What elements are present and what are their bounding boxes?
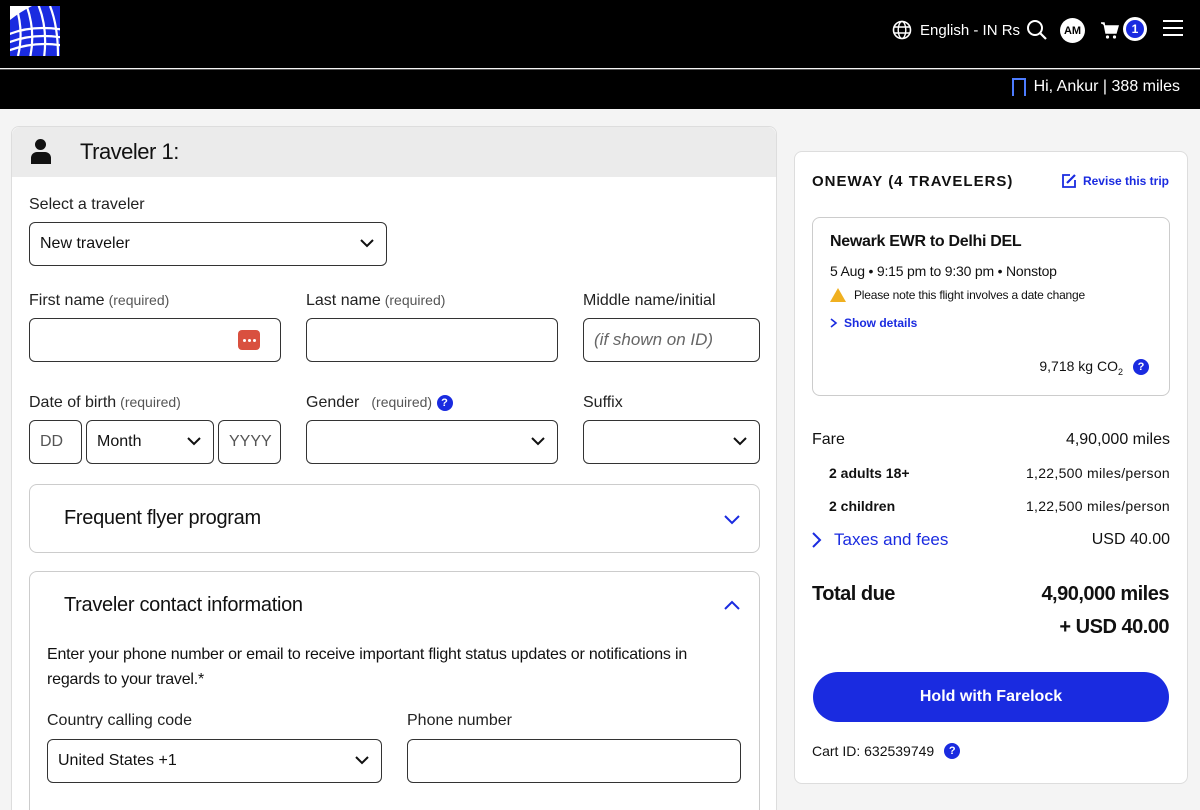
traveler-card-header: Traveler 1: [12,127,776,177]
flight-segment-card: Newark EWR to Delhi DEL 5 Aug • 9:15 pm … [812,217,1170,396]
middle-name-field[interactable]: (if shown on ID) [583,318,760,362]
greeting-text: Hi, Ankur | 388 miles [1033,78,1180,95]
language-label: English - IN Rs [920,21,1021,39]
chevron-down-icon [187,437,201,446]
gender-dropdown[interactable] [306,420,558,464]
suffix-label: Suffix [583,394,623,411]
person-icon [30,139,52,165]
first-name-field[interactable] [29,318,281,362]
date-change-warning: Please note this flight involves a date … [830,288,1085,302]
autofill-icon[interactable] [238,330,260,350]
chevron-down-icon [531,437,545,446]
phone-number-field[interactable] [407,739,741,783]
total-due-usd: + USD 40.00 [1059,616,1169,638]
trip-summary: ONEWAY (4 TRAVELERS) Revise this trip Ne… [794,151,1188,784]
country-code-dropdown[interactable]: United States +1 [47,739,382,783]
warning-icon [830,288,846,302]
globe-icon [892,20,912,40]
cart-count-badge[interactable]: 1 [1123,17,1147,41]
select-traveler-value: New traveler [40,235,130,252]
gender-help-icon[interactable]: ? [436,394,453,411]
flight-route: Newark EWR to Delhi DEL [830,233,1022,250]
dob-year-field[interactable]: YYYY [218,420,281,464]
traveler-card: Traveler 1: Select a traveler New travel… [11,126,777,810]
top-header: English - IN Rs AM 1 [0,0,1200,68]
select-traveler-dropdown[interactable]: New traveler [29,222,387,266]
dob-label: Date of birth (required) [29,394,181,411]
country-code-label: Country calling code [47,712,192,729]
language-selector[interactable]: English - IN Rs [892,18,1020,42]
co2-emissions: 9,718 kg CO2 ? [1039,358,1149,377]
hold-with-farelock-button[interactable]: Hold with Farelock [813,672,1169,722]
last-name-field[interactable] [306,318,558,362]
contact-info-title: Traveler contact information [64,594,303,616]
gender-label: Gender (required) ? [306,394,453,412]
avatar[interactable]: AM [1060,18,1085,43]
airline-logo[interactable] [10,6,60,56]
chevron-down-icon [360,239,374,248]
dob-month-dropdown[interactable]: Month [86,420,214,464]
frequent-flyer-title: Frequent flyer program [64,507,261,529]
show-details-link[interactable]: Show details [830,316,917,330]
co2-help-icon[interactable]: ? [1133,359,1149,376]
traveler-title: Traveler 1: [80,139,179,164]
chevron-down-icon[interactable] [723,510,741,528]
chevron-right-icon [830,318,838,328]
taxes-fees-row[interactable]: Taxes and fees USD 40.00 [812,530,1170,550]
total-due-miles: 4,90,000 miles [1041,583,1169,605]
phone-number-label: Phone number [407,712,512,729]
cart-help-icon[interactable]: ? [944,743,961,759]
first-name-label: First name (required) [29,292,170,309]
contact-description: Enter your phone number or email to rece… [47,646,688,688]
mileageplus-greeting[interactable]: Hi, Ankur | 388 miles [1011,78,1180,98]
hamburger-menu-icon[interactable] [1163,20,1183,38]
trip-summary-title: ONEWAY (4 TRAVELERS) [812,173,1014,190]
chevron-right-icon [812,532,822,548]
revise-trip-link[interactable]: Revise this trip [1061,173,1169,189]
cart-id: Cart ID: 632539749 ? [812,743,961,759]
bookmark-icon [1011,78,1026,98]
chevron-up-icon[interactable] [723,597,741,615]
middle-name-label: Middle name/initial [583,292,716,309]
chevron-down-icon [733,437,747,446]
flight-times: 5 Aug • 9:15 pm to 9:30 pm • Nonstop [830,263,1057,279]
select-traveler-label: Select a traveler [29,196,145,213]
edit-icon [1062,174,1076,188]
search-icon[interactable] [1026,19,1048,41]
dob-day-field[interactable]: DD [29,420,82,464]
children-row: 2 children 1,22,500 miles/person [829,498,1170,514]
chevron-down-icon [355,756,369,765]
total-due-label: Total due [812,583,895,605]
fare-row: Fare 4,90,000 miles [812,431,1170,448]
account-bar: Hi, Ankur | 388 miles [0,69,1200,109]
suffix-dropdown[interactable] [583,420,760,464]
last-name-label: Last name (required) [306,292,446,309]
adults-row: 2 adults 18+ 1,22,500 miles/person [829,465,1170,481]
cart-icon[interactable] [1100,20,1120,40]
frequent-flyer-accordion[interactable]: Frequent flyer program [29,484,760,553]
contact-info-accordion: Traveler contact information Enter your … [29,571,760,810]
